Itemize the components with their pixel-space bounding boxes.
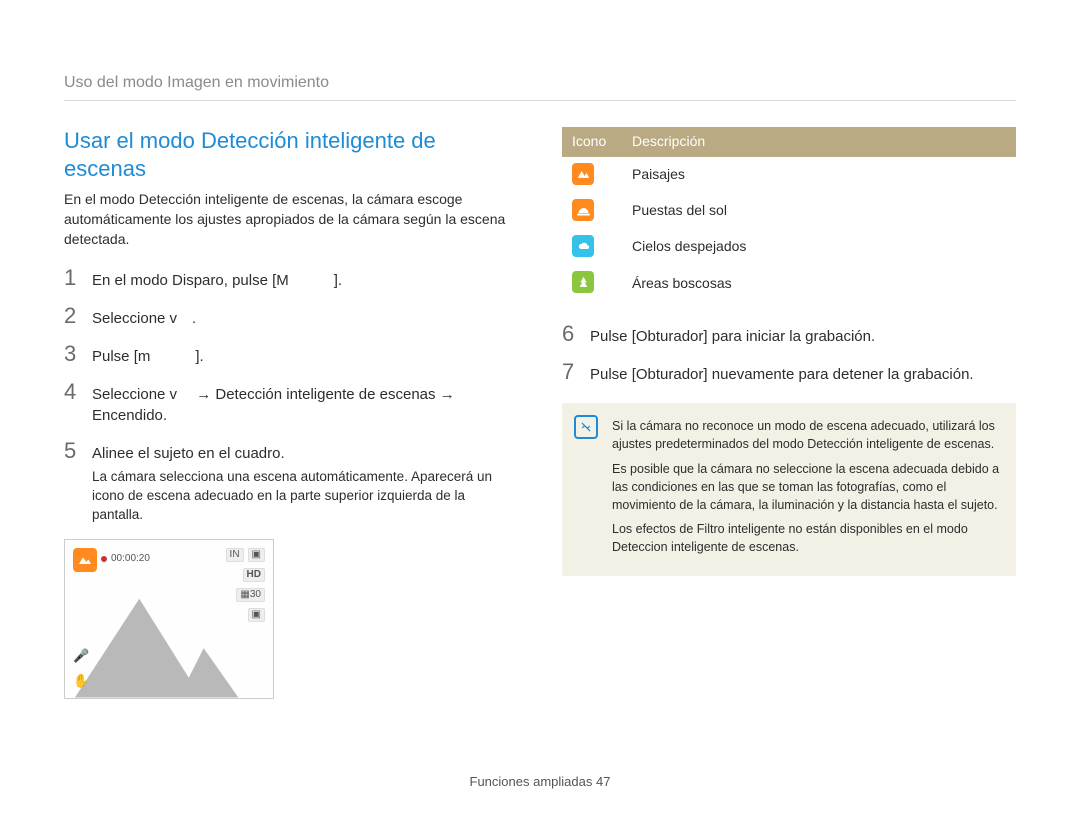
forest-icon — [572, 271, 594, 293]
step-4: 4 Seleccione v → Detección inteligente d… — [64, 381, 518, 426]
right-column: Icono Descripción Paisajes — [562, 127, 1016, 698]
note-line: Los efectos de Filtro inteligente no est… — [612, 520, 1002, 556]
step-7: 7 Pulse [Obturador] nuevamente para dete… — [562, 361, 1016, 385]
rec-timer: 00:00:20 — [101, 552, 150, 566]
sky-icon — [572, 235, 594, 257]
steps-list-left: 1 En el modo Disparo, pulse [M ]. 2 Sele… — [64, 267, 518, 525]
step-number: 1 — [64, 267, 80, 291]
step-text: Pulse [Obturador] nuevamente para detene… — [590, 361, 1016, 385]
step-text: Seleccione v . — [92, 305, 518, 329]
step-text: Pulse [Obturador] para iniciar la grabac… — [590, 323, 1016, 347]
mountains-illustration — [65, 579, 273, 698]
intro-text: En el modo Detección inteligente de esce… — [64, 190, 518, 249]
step-3: 3 Pulse [m ]. — [64, 343, 518, 367]
step-number: 4 — [64, 381, 80, 426]
steps-list-right: 6 Pulse [Obturador] para iniciar la grab… — [562, 323, 1016, 385]
table-row: Cielos despejados — [562, 229, 1016, 265]
info-icon — [574, 415, 598, 439]
footer: Funciones ampliadas 47 — [0, 773, 1080, 791]
landscape-icon — [73, 548, 97, 572]
row-label: Áreas boscosas — [622, 265, 1016, 301]
section-heading: Usar el modo Detección inteligente de es… — [64, 127, 518, 182]
th-desc: Descripción — [622, 127, 1016, 157]
step-6: 6 Pulse [Obturador] para iniciar la grab… — [562, 323, 1016, 347]
breadcrumb: Uso del modo Imagen en movimiento — [64, 72, 1016, 94]
step-number: 2 — [64, 305, 80, 329]
step-text: Alinee el sujeto en el cuadro. La cámara… — [92, 440, 518, 525]
in-badge: IN — [226, 548, 244, 562]
step-text: Seleccione v → Detección inteligente de … — [92, 381, 518, 426]
row-label: Puestas del sol — [622, 193, 1016, 229]
row-label: Cielos despejados — [622, 229, 1016, 265]
note-box: Si la cámara no reconoce un modo de esce… — [562, 403, 1016, 576]
note-line: Es posible que la cámara no seleccione l… — [612, 460, 1002, 514]
camera-preview: 00:00:20 IN ▣ HD ▦30 ▣ 🎤 — [64, 539, 274, 699]
step-text: Pulse [m ]. — [92, 343, 518, 367]
step-text-main: Alinee el sujeto en el cuadro. — [92, 445, 285, 462]
step-1: 1 En el modo Disparo, pulse [M ]. — [64, 267, 518, 291]
step-2: 2 Seleccione v . — [64, 305, 518, 329]
landscape-icon — [572, 163, 594, 185]
divider — [64, 100, 1016, 101]
icon-table: Icono Descripción Paisajes — [562, 127, 1016, 301]
stabilize-icon: ✋ — [73, 672, 89, 690]
mic-icon: 🎤 — [73, 647, 89, 665]
left-column: Usar el modo Detección inteligente de es… — [64, 127, 518, 698]
step-5: 5 Alinee el sujeto en el cuadro. La cáma… — [64, 440, 518, 525]
battery-icon: ▣ — [248, 548, 265, 562]
row-label: Paisajes — [622, 157, 1016, 193]
step-number: 3 — [64, 343, 80, 367]
th-icon: Icono — [562, 127, 622, 157]
table-row: Puestas del sol — [562, 193, 1016, 229]
footer-label: Funciones ampliadas — [470, 774, 593, 789]
sunset-icon — [572, 199, 594, 221]
table-row: Áreas boscosas — [562, 265, 1016, 301]
step-number: 6 — [562, 323, 578, 347]
table-row: Paisajes — [562, 157, 1016, 193]
note-line: Si la cámara no reconoce un modo de esce… — [612, 417, 1002, 453]
step-number: 5 — [64, 440, 80, 525]
preview-left-icons: 🎤 ✋ — [73, 647, 89, 689]
step-number: 7 — [562, 361, 578, 385]
step-subtext: La cámara selecciona una escena automáti… — [92, 468, 518, 525]
step-text: En el modo Disparo, pulse [M ]. — [92, 267, 518, 291]
page-number: 47 — [596, 774, 610, 789]
